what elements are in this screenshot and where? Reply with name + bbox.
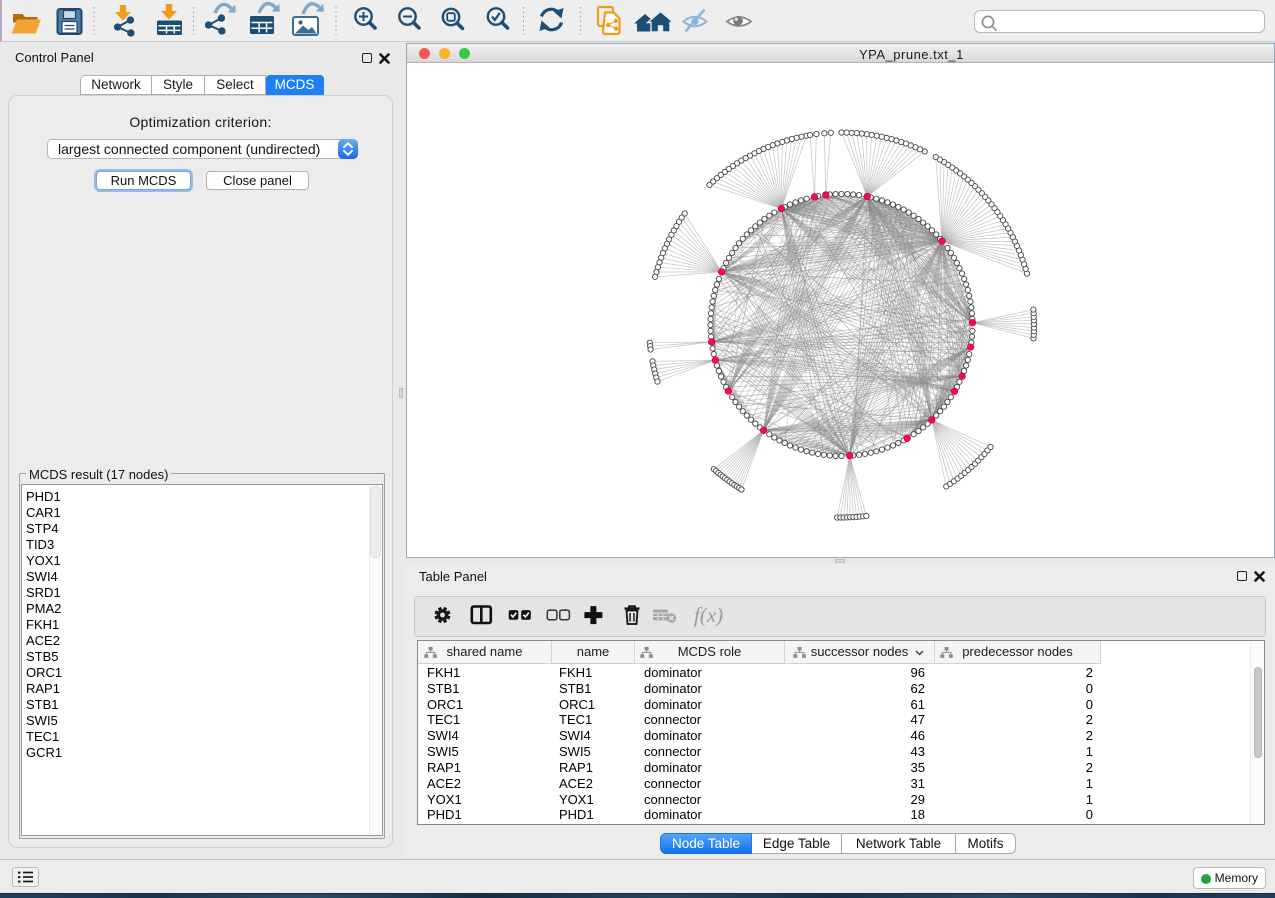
svg-text:f(x): f(x) bbox=[694, 603, 723, 627]
